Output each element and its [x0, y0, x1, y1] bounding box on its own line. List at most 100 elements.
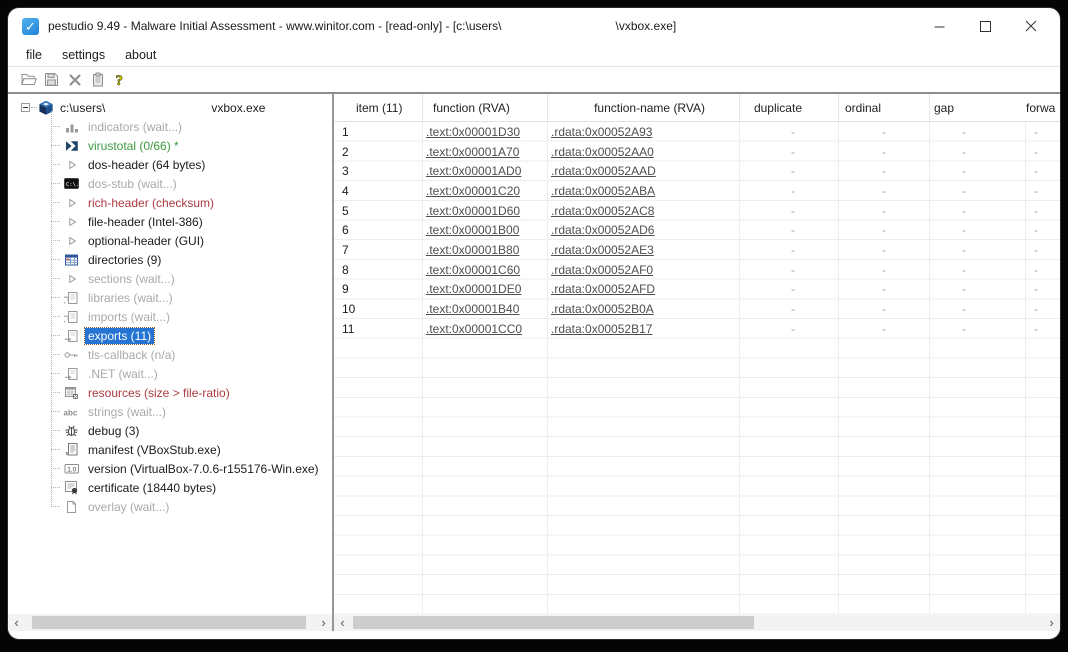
- tree-item-strings[interactable]: abc strings (wait...): [8, 402, 332, 421]
- cell-item-number: 10: [334, 302, 423, 316]
- tree-item-libraries[interactable]: libraries (wait...): [8, 288, 332, 307]
- scroll-left-icon[interactable]: ‹: [334, 614, 351, 631]
- column-header[interactable]: function-name (RVA): [548, 94, 740, 121]
- tree-horizontal-scrollbar[interactable]: ‹ ›: [8, 614, 332, 631]
- tree-item-tls-callback[interactable]: tls-callback (n/a): [8, 345, 332, 364]
- tree-item-manifest[interactable]: manifest (VBoxStub.exe): [8, 440, 332, 459]
- grid-icon: [63, 252, 80, 268]
- tree-item-dos-stub[interactable]: C:\. dos-stub (wait...): [8, 174, 332, 193]
- maximize-button[interactable]: [962, 8, 1008, 44]
- function-rva-link[interactable]: .text:0x00001C20: [426, 184, 520, 198]
- scroll-right-icon[interactable]: ›: [1043, 614, 1060, 631]
- save-icon: [44, 72, 59, 87]
- tree-scrollbar-track[interactable]: [25, 614, 315, 631]
- menu-file[interactable]: file: [16, 44, 52, 66]
- column-header[interactable]: item (11): [334, 94, 423, 121]
- help-button[interactable]: ?: [109, 68, 132, 91]
- cell-duplicate: -: [740, 164, 839, 178]
- tree-item-resources[interactable]: resources (size > file-ratio): [8, 383, 332, 402]
- table-scrollbar-track[interactable]: [351, 614, 1043, 631]
- function-name-rva-link[interactable]: .rdata:0x00052AD6: [551, 223, 654, 237]
- function-name-rva-link[interactable]: .rdata:0x00052AFD: [551, 282, 655, 296]
- close-button[interactable]: [1008, 8, 1054, 44]
- function-name-rva-link[interactable]: .rdata:0x00052A93: [551, 125, 652, 139]
- cell-function-name-rva: .rdata:0x00052AF0: [548, 263, 740, 277]
- function-rva-link[interactable]: .text:0x00001B40: [426, 302, 519, 316]
- copy-button[interactable]: [86, 68, 109, 91]
- cell-function-name-rva: .rdata:0x00052AFD: [548, 282, 740, 296]
- cell-duplicate: -: [740, 322, 839, 336]
- tree-item-virustotal[interactable]: virustotal (0/66) *: [8, 136, 332, 155]
- tree-root-path-prefix: c:\users\: [60, 101, 105, 115]
- function-rva-link[interactable]: .text:0x00001D60: [426, 204, 520, 218]
- function-name-rva-link[interactable]: .rdata:0x00052ABA: [551, 184, 655, 198]
- tree-item-label: strings (wait...): [85, 404, 169, 420]
- tree-item-debug[interactable]: debug (3): [8, 421, 332, 440]
- column-header[interactable]: function (RVA): [423, 94, 548, 121]
- cell-ordinal: -: [839, 282, 930, 296]
- pestudio-check-icon: ✓: [22, 18, 39, 35]
- tree-item-rich-header[interactable]: rich-header (checksum): [8, 193, 332, 212]
- cell-function-rva: .text:0x00001B00: [423, 223, 548, 237]
- tree-item-dos-header[interactable]: dos-header (64 bytes): [8, 155, 332, 174]
- tree-item-imports[interactable]: imports (wait...): [8, 307, 332, 326]
- function-name-rva-link[interactable]: .rdata:0x00052B0A: [551, 302, 654, 316]
- column-header[interactable]: forwa: [1026, 94, 1061, 121]
- tree-item-dotnet[interactable]: .NET (wait...): [8, 364, 332, 383]
- cell-gap: -: [930, 204, 1026, 218]
- window-title-suffix: \vxbox.exe]: [616, 19, 677, 33]
- tree-item-label: debug (3): [85, 423, 142, 439]
- table-row: 4 .text:0x00001C20 .rdata:0x00052ABA - -…: [334, 181, 1060, 201]
- function-rva-link[interactable]: .text:0x00001A70: [426, 145, 519, 159]
- tree-item-overlay[interactable]: overlay (wait...): [8, 497, 332, 516]
- table-horizontal-scrollbar[interactable]: ‹ ›: [334, 614, 1060, 631]
- tree-root-item[interactable]: c:\users\vxbox.exe: [8, 98, 332, 117]
- save-button[interactable]: [40, 68, 63, 91]
- cell-duplicate: -: [740, 223, 839, 237]
- menu-settings[interactable]: settings: [52, 44, 115, 66]
- function-name-rva-link[interactable]: .rdata:0x00052B17: [551, 322, 652, 336]
- tree-scrollbar-thumb[interactable]: [32, 616, 306, 629]
- exports-table-rows: 1 .text:0x00001D30 .rdata:0x00052A93 - -…: [334, 122, 1060, 339]
- svg-text:1.0: 1.0: [67, 466, 76, 473]
- function-rva-link[interactable]: .text:0x00001AD0: [426, 164, 521, 178]
- scroll-right-icon[interactable]: ›: [315, 614, 332, 631]
- table-scrollbar-thumb[interactable]: [353, 616, 754, 629]
- function-rva-link[interactable]: .text:0x00001B80: [426, 243, 519, 257]
- tree-item-file-header[interactable]: file-header (Intel-386): [8, 212, 332, 231]
- tree-item-exports[interactable]: exports (11): [8, 326, 332, 345]
- menu-about[interactable]: about: [115, 44, 166, 66]
- function-rva-link[interactable]: .text:0x00001B00: [426, 223, 519, 237]
- function-name-rva-link[interactable]: .rdata:0x00052AE3: [551, 243, 654, 257]
- cell-ordinal: -: [839, 263, 930, 277]
- tree-item-optional-header[interactable]: optional-header (GUI): [8, 231, 332, 250]
- page-export-icon: [63, 366, 80, 382]
- tree-item-sections[interactable]: sections (wait...): [8, 269, 332, 288]
- scroll-left-icon[interactable]: ‹: [8, 614, 25, 631]
- function-name-rva-link[interactable]: .rdata:0x00052AA0: [551, 145, 654, 159]
- function-rva-link[interactable]: .text:0x00001D30: [426, 125, 520, 139]
- tree-item-indicators[interactable]: indicators (wait...): [8, 117, 332, 136]
- function-rva-link[interactable]: .text:0x00001DE0: [426, 282, 521, 296]
- open-file-button[interactable]: [17, 68, 40, 91]
- collapse-expander-icon[interactable]: [21, 103, 30, 112]
- tree-item-label: virustotal (0/66) *: [85, 138, 182, 154]
- tree-item-version[interactable]: 1.0 version (VirtualBox-7.0.6-r155176-Wi…: [8, 459, 332, 478]
- function-name-rva-link[interactable]: .rdata:0x00052AF0: [551, 263, 653, 277]
- tree-panel: c:\users\vxbox.exe indicators (wait...) …: [8, 94, 332, 631]
- close-file-button[interactable]: [63, 68, 86, 91]
- tree-item-directories[interactable]: directories (9): [8, 250, 332, 269]
- exports-panel: item (11) function (RVA) function-name (…: [334, 94, 1060, 631]
- function-name-rva-link[interactable]: .rdata:0x00052AAD: [551, 164, 656, 178]
- column-header[interactable]: duplicate: [740, 94, 839, 121]
- column-header[interactable]: gap: [930, 94, 1026, 121]
- minimize-button[interactable]: [916, 8, 962, 44]
- function-rva-link[interactable]: .text:0x00001CC0: [426, 322, 522, 336]
- function-name-rva-link[interactable]: .rdata:0x00052AC8: [551, 204, 654, 218]
- function-rva-link[interactable]: .text:0x00001C60: [426, 263, 520, 277]
- cell-duplicate: -: [740, 302, 839, 316]
- tree-item-label: dos-stub (wait...): [85, 176, 180, 192]
- cell-forwarded: -: [1026, 184, 1060, 198]
- tree-item-certificate[interactable]: certificate (18440 bytes): [8, 478, 332, 497]
- column-header[interactable]: ordinal: [839, 94, 930, 121]
